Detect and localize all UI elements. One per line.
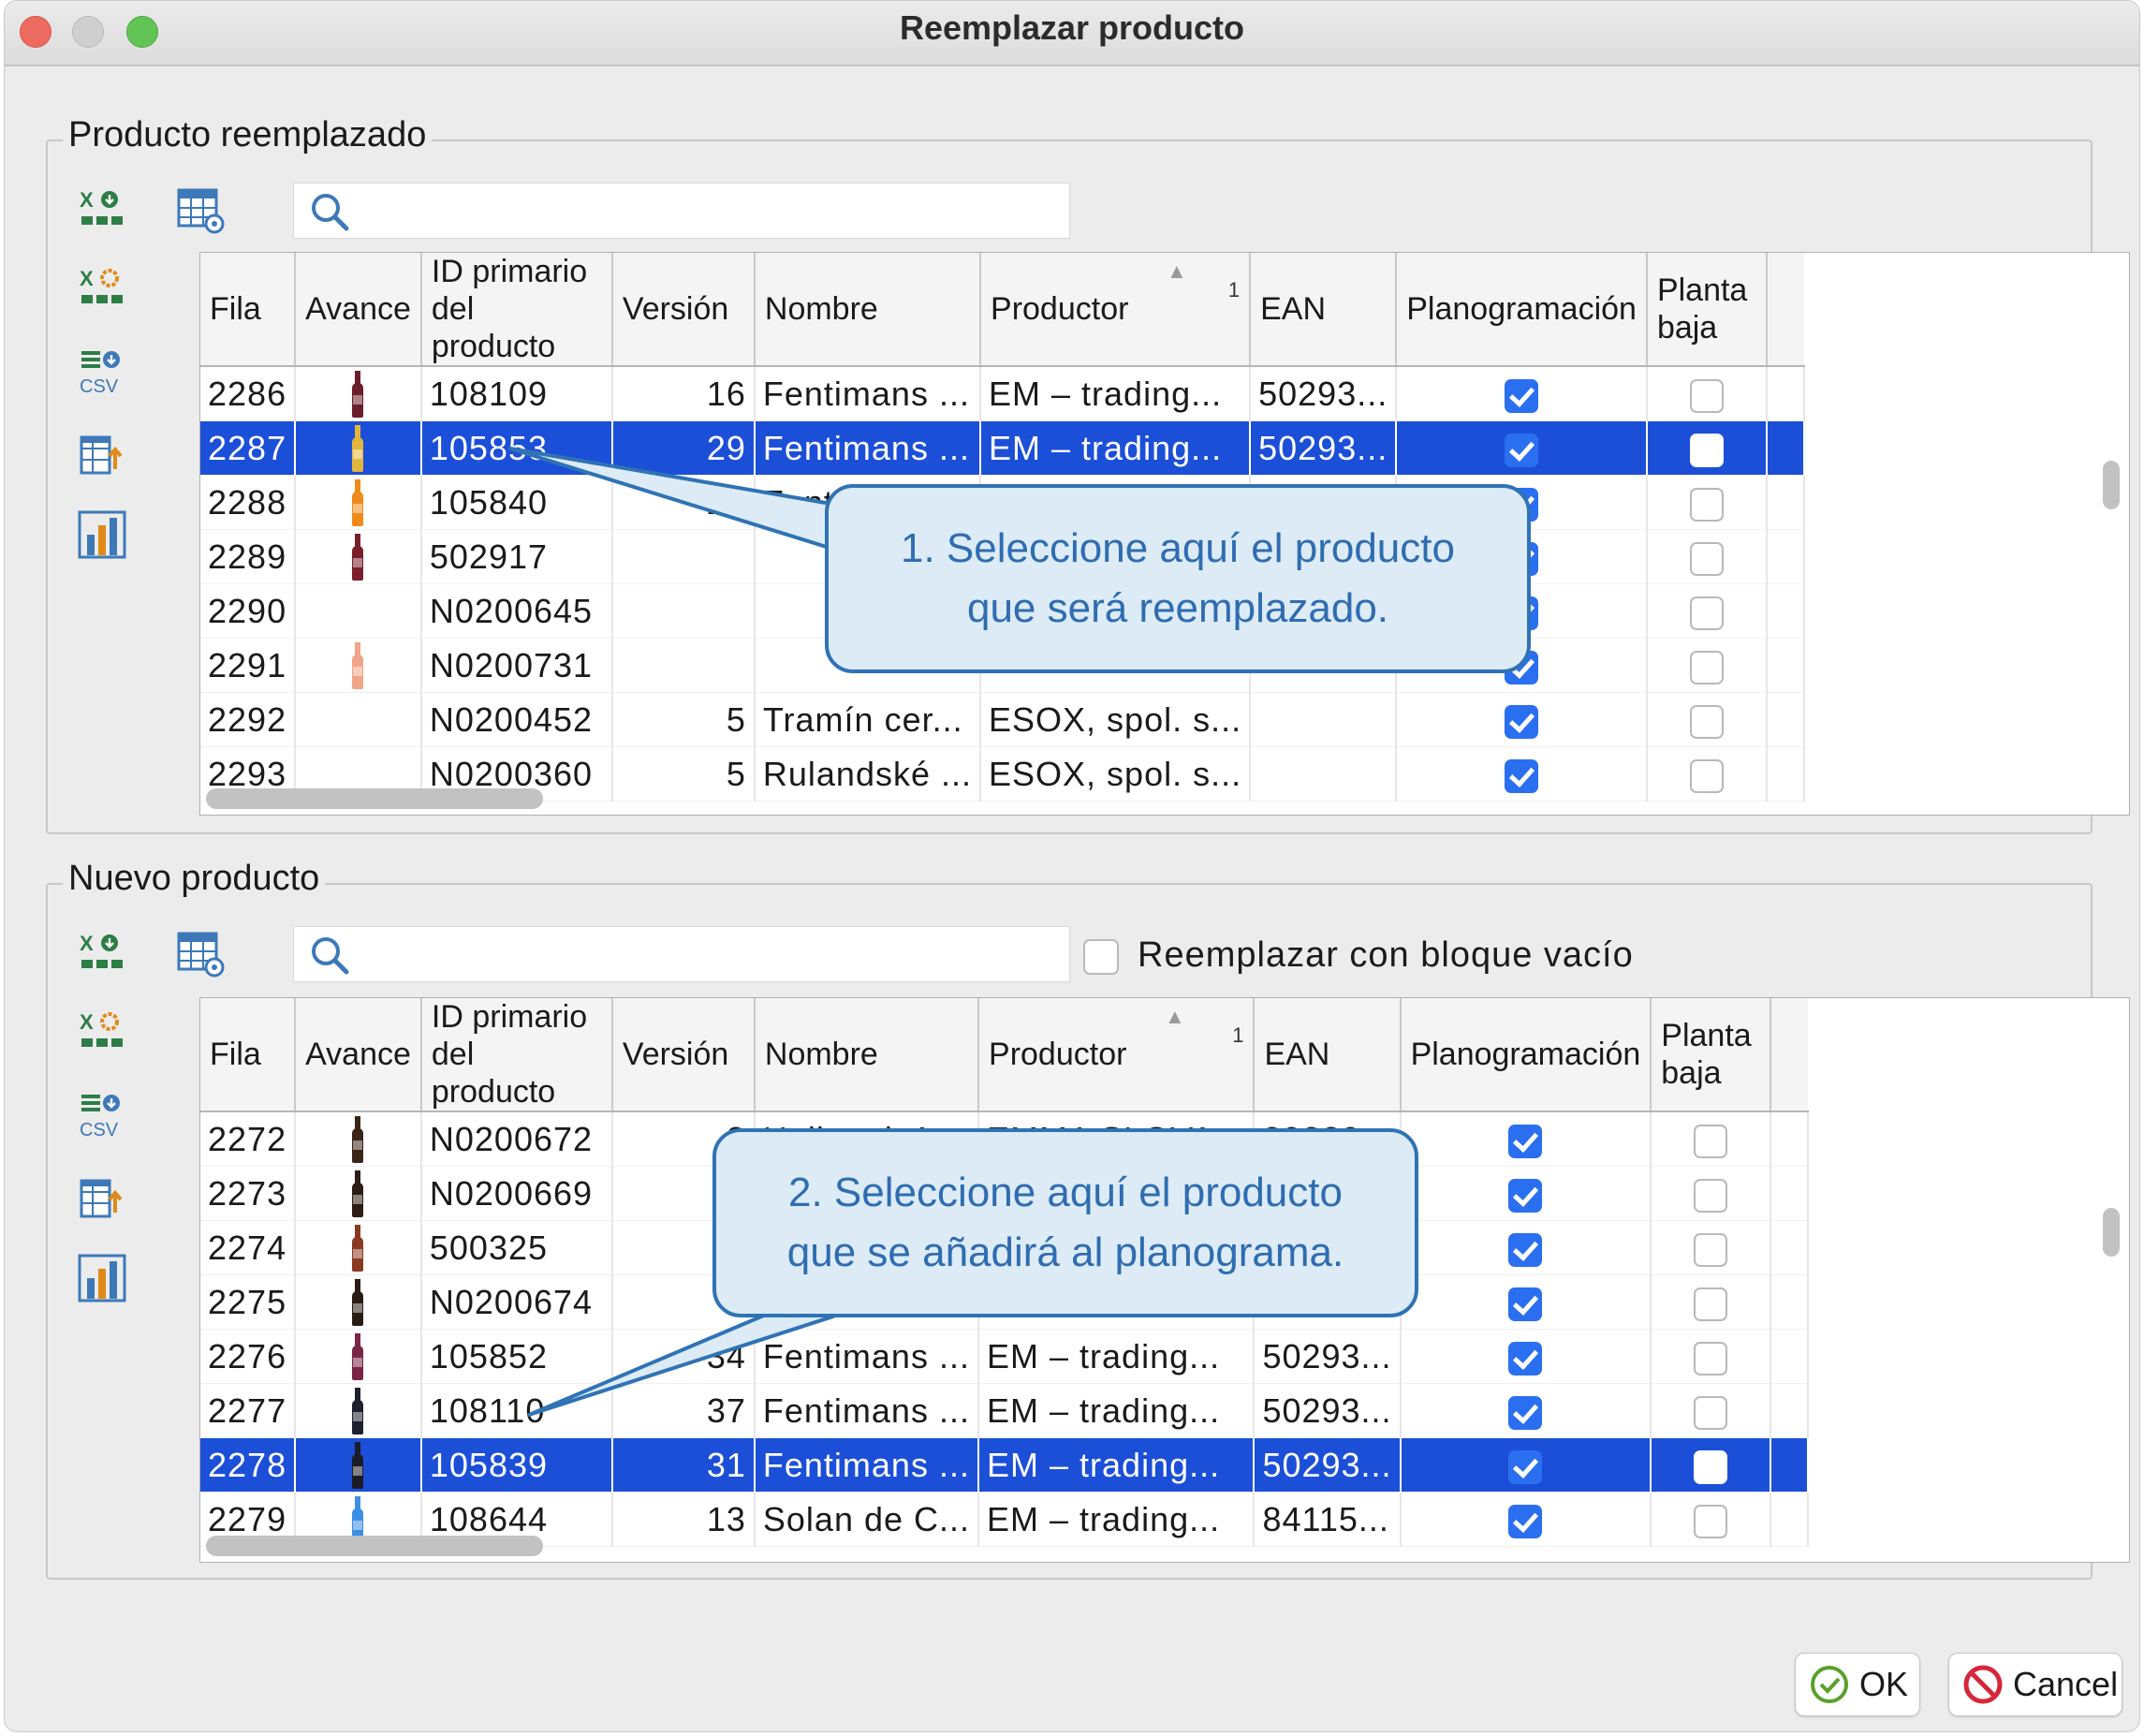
callout-1-line-1: 1. Seleccione aquí el producto <box>901 525 1455 571</box>
callout-1-line-2: que será reemplazado. <box>966 585 1389 631</box>
callout-2-pointer <box>527 1310 849 1417</box>
cancel-icon <box>1963 1665 2003 1704</box>
callout-select-new: 2. Seleccione aquí el producto que se aña… <box>712 1128 1418 1317</box>
callout-1-pointer <box>508 447 849 555</box>
callout-select-replaced: 1. Seleccione aquí el producto que será r… <box>825 484 1531 673</box>
ok-button[interactable]: OK <box>1795 1653 1920 1716</box>
callout-2-line-1: 2. Seleccione aquí el producto <box>788 1170 1343 1215</box>
dialog-window: Reemplazar producto Producto reemplazado… <box>4 0 2140 1732</box>
ok-button-label: OK <box>1859 1665 1909 1703</box>
checkmark-icon <box>1811 1666 1848 1703</box>
cancel-button-label: Cancel <box>2013 1665 2119 1703</box>
callout-pointers <box>508 447 849 1417</box>
callout-2-line-2: que se añadirá al planograma. <box>786 1229 1344 1275</box>
cancel-button[interactable]: Cancel <box>1948 1653 2122 1716</box>
